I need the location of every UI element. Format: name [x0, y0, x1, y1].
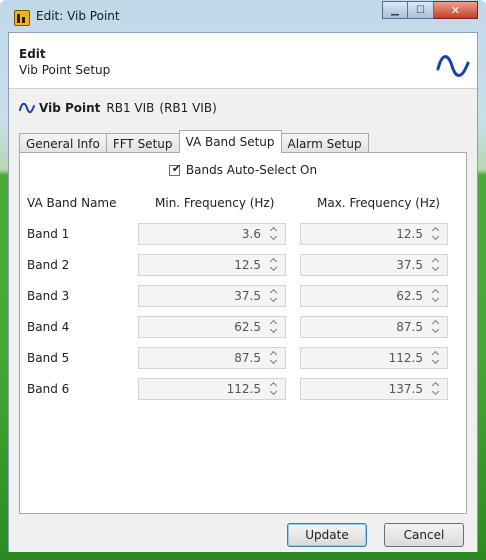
- band-1-max-field[interactable]: 12.5: [300, 223, 448, 245]
- auto-select-row: ✔ Bands Auto-Select On: [20, 161, 466, 177]
- tab-va-band-setup[interactable]: VA Band Setup: [178, 130, 282, 153]
- minimize-icon: ▁: [391, 4, 399, 16]
- band-6-max-field[interactable]: 137.5: [300, 378, 448, 400]
- column-header-min: Min. Frequency (Hz): [155, 196, 275, 210]
- band-6-max-value: 137.5: [388, 382, 423, 396]
- dialog-body: Edit Vib Point Setup Vib Point RB1 VIB (…: [8, 32, 478, 552]
- tab-strip: General Info FFT Setup VA Band Setup Ala…: [19, 130, 369, 153]
- window-title: Edit: Vib Point: [36, 9, 120, 23]
- tab-general-info[interactable]: General Info: [19, 133, 107, 153]
- spinner-icon[interactable]: [270, 381, 279, 397]
- band-5-label: Band 5: [27, 351, 70, 365]
- column-header-name: VA Band Name: [27, 196, 117, 210]
- window-controls: ▁ ☐ ✕: [382, 1, 478, 19]
- app-logo-icon: [14, 10, 30, 26]
- band-1-min-field[interactable]: 3.6: [138, 223, 286, 245]
- tab-alarm-setup[interactable]: Alarm Setup: [280, 133, 369, 153]
- spinner-icon[interactable]: [432, 257, 441, 273]
- band-4-min-value: 62.5: [234, 320, 261, 334]
- band-3-max-field[interactable]: 62.5: [300, 285, 448, 307]
- spinner-icon[interactable]: [432, 226, 441, 242]
- sine-wave-icon: [436, 55, 470, 77]
- header-title: Edit: [19, 47, 46, 61]
- close-button[interactable]: ✕: [434, 1, 478, 19]
- spinner-icon[interactable]: [432, 288, 441, 304]
- band-2-min-field[interactable]: 12.5: [138, 254, 286, 276]
- update-button[interactable]: Update: [287, 523, 367, 547]
- band-5-max-value: 112.5: [388, 351, 423, 365]
- band-3-min-value: 37.5: [234, 289, 261, 303]
- spinner-icon[interactable]: [432, 381, 441, 397]
- point-identifier: Vib Point RB1 VIB (RB1 VIB): [19, 101, 217, 115]
- minimize-button[interactable]: ▁: [382, 1, 408, 19]
- close-icon: ✕: [450, 3, 461, 17]
- band-1-max-value: 12.5: [396, 227, 423, 241]
- cancel-button[interactable]: Cancel: [384, 523, 464, 547]
- spinner-icon[interactable]: [270, 350, 279, 366]
- band-5-min-value: 87.5: [234, 351, 261, 365]
- column-header-max: Max. Frequency (Hz): [317, 196, 440, 210]
- auto-select-checkbox[interactable]: ✔: [168, 161, 182, 176]
- maximize-icon: ☐: [416, 4, 425, 16]
- spinner-icon[interactable]: [432, 319, 441, 335]
- band-1-label: Band 1: [27, 227, 70, 241]
- band-4-max-value: 87.5: [396, 320, 423, 334]
- header-subtitle: Vib Point Setup: [19, 63, 111, 77]
- band-4-label: Band 4: [27, 320, 70, 334]
- window-frame: Edit: Vib Point ▁ ☐ ✕ Edit Vib Point Set…: [0, 0, 486, 560]
- band-3-min-field[interactable]: 37.5: [138, 285, 286, 307]
- band-2-max-field[interactable]: 37.5: [300, 254, 448, 276]
- band-4-max-field[interactable]: 87.5: [300, 316, 448, 338]
- band-6-min-value: 112.5: [226, 382, 261, 396]
- band-4-min-field[interactable]: 62.5: [138, 316, 286, 338]
- sine-wave-icon: [19, 102, 35, 114]
- dialog-header: Edit Vib Point Setup: [9, 33, 477, 89]
- spinner-icon[interactable]: [270, 226, 279, 242]
- band-3-max-value: 62.5: [396, 289, 423, 303]
- band-2-min-value: 12.5: [234, 258, 261, 272]
- band-5-min-field[interactable]: 87.5: [138, 347, 286, 369]
- band-6-label: Band 6: [27, 382, 70, 396]
- tab-fft-setup[interactable]: FFT Setup: [105, 133, 180, 153]
- band-1-min-value: 3.6: [241, 227, 261, 241]
- point-name: RB1 VIB: [106, 101, 155, 115]
- auto-select-label: Bands Auto-Select On: [185, 163, 318, 177]
- point-id: (RB1 VIB): [159, 101, 217, 115]
- band-5-max-field[interactable]: 112.5: [300, 347, 448, 369]
- check-icon: ✔: [171, 161, 182, 175]
- band-6-min-field[interactable]: 112.5: [138, 378, 286, 400]
- spinner-icon[interactable]: [270, 288, 279, 304]
- spinner-icon[interactable]: [432, 350, 441, 366]
- point-label: Vib Point: [39, 101, 101, 115]
- spinner-icon[interactable]: [270, 319, 279, 335]
- band-3-label: Band 3: [27, 289, 70, 303]
- title-bar[interactable]: Edit: Vib Point ▁ ☐ ✕: [0, 0, 486, 32]
- dialog-content: Vib Point RB1 VIB (RB1 VIB) General Info…: [9, 89, 477, 552]
- band-2-label: Band 2: [27, 258, 70, 272]
- spinner-icon[interactable]: [270, 257, 279, 273]
- maximize-button[interactable]: ☐: [408, 1, 434, 19]
- band-2-max-value: 37.5: [396, 258, 423, 272]
- va-band-setup-panel: ✔ Bands Auto-Select On VA Band Name Min.…: [19, 152, 467, 514]
